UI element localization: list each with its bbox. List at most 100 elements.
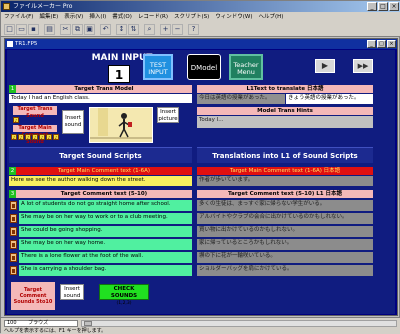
test-input-button[interactable]: TEST INPUT: [143, 54, 173, 80]
target-trans-model-header: Target Trans Model: [16, 85, 192, 93]
menu-format[interactable]: 書式(O): [109, 12, 135, 22]
undo-icon[interactable]: ↶: [100, 24, 111, 35]
section-number-2: 2: [9, 167, 16, 175]
app-icon: [3, 3, 10, 10]
main-input-field[interactable]: 1: [108, 65, 130, 83]
target-main-comment-sound-label: Target Main Comment Sound: [13, 125, 57, 145]
comment-l1-row-4[interactable]: 家に帰っているところかもしれない。: [197, 239, 373, 250]
comment-text-l1-header: Target Comment text (5-10) L1 日本語: [197, 190, 373, 198]
main-comment-l1-field[interactable]: 作者が歩いています。: [197, 176, 373, 186]
model-trans-hints-field[interactable]: Today I...: [197, 116, 373, 128]
translations-header: Translations into L1 of Sound Scripts: [197, 147, 373, 163]
comment-row-2[interactable]: She may be on her way to work or to a cl…: [19, 213, 192, 224]
next-record-button[interactable]: ▶: [315, 59, 335, 73]
main-comment-l1-header: Target Main Comment text (1-6A) 日本語: [197, 167, 373, 175]
insert-picture-button[interactable]: Insert picture: [157, 107, 179, 123]
comment-l1-row-5[interactable]: 塀の下に花が一輪咲いている。: [197, 252, 373, 263]
l1-text-field-2[interactable]: きょう英語の授業があった。: [286, 94, 373, 104]
comment-l1-row-3[interactable]: 買い物に出かけているのかもしれない。: [197, 226, 373, 237]
document-window: TR1.FP5 _ □ × MAIN INPUT 1 TEST INPUT DM…: [4, 38, 398, 316]
menu-insert[interactable]: 挿入(I): [86, 12, 109, 22]
speaker-icon[interactable]: [10, 266, 17, 275]
speaker-icon[interactable]: [10, 227, 17, 236]
l1-text-header: L1Text to translate 日本語: [197, 85, 373, 93]
insert-comment-sound-button[interactable]: Insert sound: [60, 284, 84, 300]
comment-row-6[interactable]: She is carrying a shoulder bag.: [19, 265, 192, 276]
comment-text-header: Target Comment text (5-10): [16, 190, 192, 198]
sound-slot-1-icon[interactable]: ♪: [11, 134, 17, 140]
minimize-button[interactable]: _: [367, 2, 377, 11]
insert-sound-button[interactable]: Insert sound: [62, 110, 84, 134]
menu-scripts[interactable]: スクリプト(S): [171, 12, 212, 22]
sound-slot-7-icon[interactable]: ♪: [53, 134, 59, 140]
toolbar: □ ▭ ▪ ▤ ✂ ⧉ ▣ ↶ ↕ ⇅ ⌕ + − ?: [1, 22, 400, 37]
sound-slot-4-icon[interactable]: ♪: [32, 134, 38, 140]
window-title: ファイルメーカー Pro: [13, 3, 73, 10]
title-bar: ファイルメーカー Pro _ □ ×: [1, 1, 400, 12]
doc-maximize-button[interactable]: □: [377, 40, 386, 48]
check-sounds-button[interactable]: CHECK SOUNDS (1,2,3): [99, 284, 149, 306]
menu-window[interactable]: ウィンドウ(W): [212, 12, 255, 22]
last-record-button[interactable]: ▶▶: [353, 59, 373, 73]
target-comment-sounds-label: Target Comment Sounds 5to10: [11, 282, 55, 310]
find-icon[interactable]: ⌕: [144, 24, 155, 35]
help-icon[interactable]: ?: [188, 24, 199, 35]
scene-picture: [89, 107, 153, 143]
doc-close-button[interactable]: ×: [387, 40, 396, 48]
mode-label: ブラウズ: [28, 320, 49, 326]
maximize-button[interactable]: □: [378, 2, 388, 11]
record-new-icon[interactable]: +: [160, 24, 171, 35]
menu-help[interactable]: ヘルプ(H): [256, 12, 287, 22]
teacher-menu-button[interactable]: Teacher Menu: [229, 54, 263, 80]
check-sounds-sub: (1,2,3): [116, 301, 132, 306]
doc-minimize-button[interactable]: _: [367, 40, 376, 48]
comment-l1-row-6[interactable]: ショルダーバッグを肩にかけている。: [197, 265, 373, 276]
new-icon[interactable]: □: [4, 24, 15, 35]
comment-row-5[interactable]: There is a lone flower at the foot of th…: [19, 252, 192, 263]
sort-icon[interactable]: ↕: [116, 24, 127, 35]
speaker-icon[interactable]: [10, 253, 17, 262]
layout-content: MAIN INPUT 1 TEST INPUT DModel Teacher M…: [7, 50, 395, 314]
document-title: TR1.FP5: [15, 41, 38, 47]
open-icon[interactable]: ▭: [16, 24, 27, 35]
trans-sound-icon[interactable]: ♪: [13, 117, 19, 123]
menu-edit[interactable]: 編集(E): [36, 12, 61, 22]
comment-row-4[interactable]: She may be on her way home.: [19, 239, 192, 250]
print-icon[interactable]: ▤: [44, 24, 55, 35]
status-text: ヘルプを表示するには、F1 キーを押します。: [4, 328, 107, 334]
copy-icon[interactable]: ⧉: [72, 24, 83, 35]
comment-row-3[interactable]: She could be going shopping.: [19, 226, 192, 237]
main-comment-field[interactable]: Here we see the author walking down the …: [9, 176, 192, 186]
horizontal-scrollbar[interactable]: [81, 320, 397, 327]
target-sound-scripts-header: Target Sound Scripts: [9, 147, 192, 163]
paste-icon[interactable]: ▣: [84, 24, 95, 35]
record-delete-icon[interactable]: −: [172, 24, 183, 35]
sound-slot-5-icon[interactable]: ♪: [39, 134, 45, 140]
scroll-thumb[interactable]: [84, 321, 92, 326]
comment-l1-row-1[interactable]: 多くの生徒は、まっすぐ家に帰らない学生がいる。: [197, 200, 373, 211]
sound-slot-3-icon[interactable]: ♪: [25, 134, 31, 140]
dmodel-button[interactable]: DModel: [187, 54, 221, 80]
l1-text-field-1[interactable]: 今日は英語の授業があった。: [197, 94, 285, 104]
menu-records[interactable]: レコード(R): [135, 12, 171, 22]
menu-view[interactable]: 表示(V): [61, 12, 86, 22]
zoom-control[interactable]: 100 ブラウズ: [4, 320, 78, 327]
sound-slot-2-icon[interactable]: ♪: [18, 134, 24, 140]
speaker-icon[interactable]: [10, 214, 17, 223]
target-trans-sound-label: Target Trans Sound: [13, 106, 57, 119]
target-trans-model-field[interactable]: Today I had an English class.: [9, 94, 192, 103]
close-button[interactable]: ×: [389, 2, 399, 11]
app-window: ファイルメーカー Pro _ □ × ファイル(F) 編集(E) 表示(V) 挿入(I…: [0, 0, 400, 334]
save-icon[interactable]: ▪: [28, 24, 39, 35]
menu-file[interactable]: ファイル(F): [1, 12, 36, 22]
comment-row-1[interactable]: A lot of students do not go straight hom…: [19, 200, 192, 211]
comment-l1-row-2[interactable]: アルバイトやクラブの会合に出かけているのかもしれない。: [197, 213, 373, 224]
cut-icon[interactable]: ✂: [60, 24, 71, 35]
speaker-icon[interactable]: [10, 201, 17, 210]
document-icon: [7, 41, 13, 47]
sort-desc-icon[interactable]: ⇅: [128, 24, 139, 35]
sound-slot-6-icon[interactable]: ♪: [46, 134, 52, 140]
section-number-1: 1: [9, 85, 16, 93]
speaker-icon[interactable]: [10, 240, 17, 249]
walking-figure-icon: [90, 108, 152, 142]
